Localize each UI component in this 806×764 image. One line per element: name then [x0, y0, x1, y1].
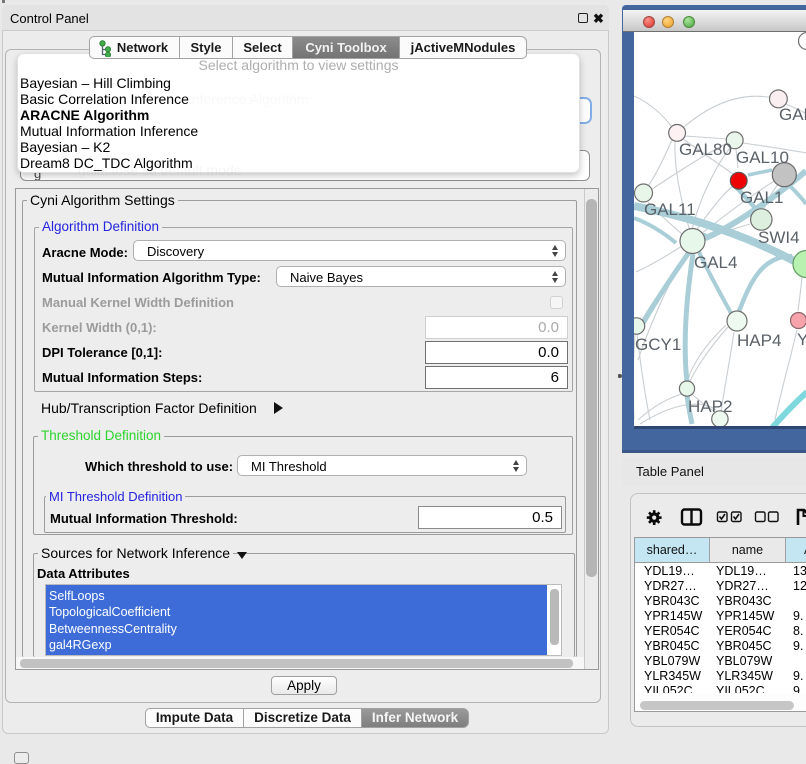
svg-text:GAL11: GAL11: [644, 200, 696, 219]
svg-text:SWI4: SWI4: [758, 228, 800, 247]
svg-text:GAL…: GAL…: [779, 105, 806, 124]
svg-text:HAP2: HAP2: [688, 397, 732, 416]
svg-text:GAL80: GAL80: [679, 140, 732, 159]
svg-text:GAL10: GAL10: [736, 148, 789, 167]
svg-text:Y: Y: [797, 330, 806, 349]
svg-text:GAL1: GAL1: [740, 188, 783, 207]
svg-text:GAL4: GAL4: [694, 253, 737, 272]
svg-text:GCY1: GCY1: [635, 335, 681, 354]
svg-text:HAP4: HAP4: [737, 331, 781, 350]
